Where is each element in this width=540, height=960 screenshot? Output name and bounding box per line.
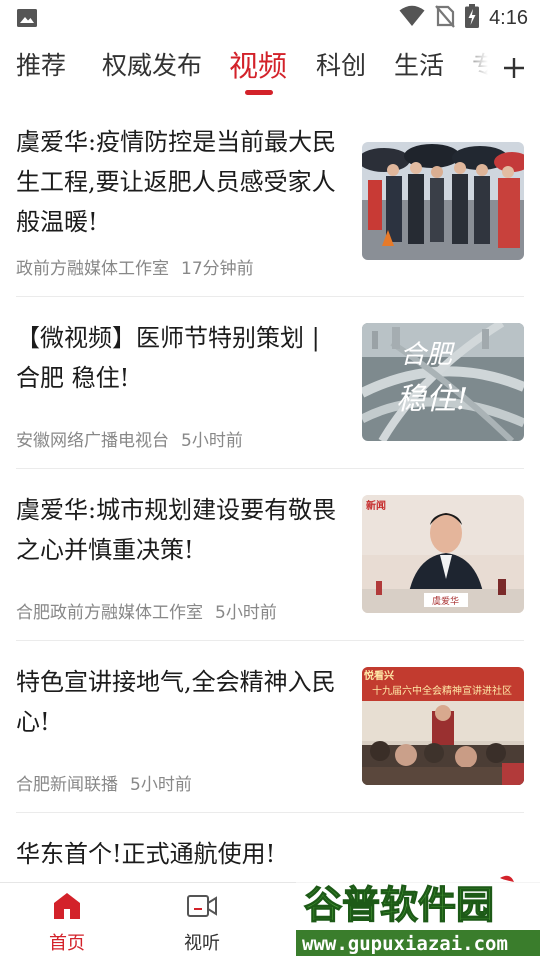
add-channel-button[interactable] — [488, 36, 540, 100]
news-thumbnail: 新闻 虞爱华 — [362, 495, 524, 613]
news-time: 5小时前 — [215, 603, 277, 623]
thumbnail-nameplate: 虞爱华 — [432, 595, 459, 607]
tab-official-release[interactable]: 权威发布 — [102, 46, 202, 82]
news-thumbnail — [362, 142, 524, 260]
divider — [16, 296, 524, 297]
news-meta: 合肥政前方融媒体工作室 5小时前 — [16, 598, 277, 623]
tab-fade — [452, 36, 488, 100]
news-item[interactable]: 华东首个!正式通航使用! — [0, 814, 540, 882]
news-meta: 安徽网络广播电视台 5小时前 — [16, 426, 243, 451]
news-source: 政前方融媒体工作室 — [16, 259, 169, 279]
divider — [16, 640, 524, 641]
news-item[interactable]: 【微视频】医师节特别策划 | 合肥 稳住! 安徽网络广播电视台 5小时前 合肥 稳… — [0, 298, 540, 470]
news-source: 合肥新闻联播 — [16, 775, 118, 795]
nav-label: 视听 — [184, 933, 220, 954]
channel-tabs: 推荐 权威发布 视频 科创 生活 专 — [0, 36, 540, 100]
news-time: 5小时前 — [181, 431, 243, 451]
image-notification-icon — [16, 8, 38, 32]
news-thumbnail: 合肥 稳住! — [362, 323, 524, 441]
nav-audio-video[interactable]: 视听 — [162, 891, 242, 955]
divider — [16, 812, 524, 813]
nav-home[interactable]: 首页 — [27, 891, 107, 955]
home-icon — [54, 893, 80, 919]
nav-label: 首页 — [49, 933, 85, 954]
divider — [16, 468, 524, 469]
news-source: 安徽网络广播电视台 — [16, 431, 169, 451]
tab-life[interactable]: 生活 — [394, 46, 444, 82]
status-bar: 4:16 — [0, 0, 540, 36]
tab-innovation[interactable]: 科创 — [316, 46, 366, 82]
video-camera-icon — [187, 895, 217, 917]
news-feed: 虞爱华:疫情防控是当前最大民生工程,要让返肥人员感受家人般温暖! 政前方融媒体工… — [0, 100, 540, 882]
news-thumbnail: 悦看兴 十九届六中全会精神宣讲进社区 — [362, 667, 524, 785]
no-sim-icon — [435, 4, 455, 32]
tab-video[interactable]: 视频 — [229, 43, 287, 85]
news-meta: 政前方融媒体工作室 17分钟前 — [16, 254, 254, 279]
news-item[interactable]: 虞爱华:城市规划建设要有敬畏之心并慎重决策! 合肥政前方融媒体工作室 5小时前 新… — [0, 470, 540, 642]
thumbnail-logo: 新闻 — [366, 499, 386, 512]
news-title: 特色宣讲接地气,全会精神入民心! — [16, 668, 336, 736]
thumbnail-caption: 合肥 — [400, 340, 455, 370]
news-item[interactable]: 虞爱华:疫情防控是当前最大民生工程,要让返肥人员感受家人般温暖! 政前方融媒体工… — [0, 100, 540, 298]
status-time: 4:16 — [489, 6, 528, 29]
battery-charging-icon — [465, 4, 480, 32]
news-title: 【微视频】医师节特别策划 | 合肥 稳住! — [16, 324, 320, 392]
watermark-logo: 谷普软件园 www.gupuxiazai.com — [296, 874, 540, 956]
news-time: 17分钟前 — [181, 259, 254, 279]
wifi-icon — [399, 5, 425, 31]
tab-recommend[interactable]: 推荐 — [16, 46, 66, 82]
watermark-url: www.gupuxiazai.com — [302, 933, 508, 955]
news-item[interactable]: 特色宣讲接地气,全会精神入民心! 合肥新闻联播 5小时前 悦看兴 十九届六中全会精… — [0, 642, 540, 814]
thumbnail-caption: 稳住! — [396, 382, 468, 417]
active-tab-indicator — [245, 90, 273, 95]
thumbnail-logo: 悦看兴 — [364, 669, 394, 682]
watermark-brand: 谷普软件园 — [304, 883, 494, 927]
news-title: 华东首个!正式通航使用! — [16, 840, 276, 868]
news-title: 虞爱华:疫情防控是当前最大民生工程,要让返肥人员感受家人般温暖! — [16, 128, 337, 236]
news-meta: 合肥新闻联播 5小时前 — [16, 770, 192, 795]
news-time: 5小时前 — [130, 775, 192, 795]
news-source: 合肥政前方融媒体工作室 — [16, 603, 203, 623]
news-title: 虞爱华:城市规划建设要有敬畏之心并慎重决策! — [16, 496, 337, 564]
plus-icon — [504, 58, 524, 78]
thumbnail-banner: 十九届六中全会精神宣讲进社区 — [372, 684, 512, 697]
